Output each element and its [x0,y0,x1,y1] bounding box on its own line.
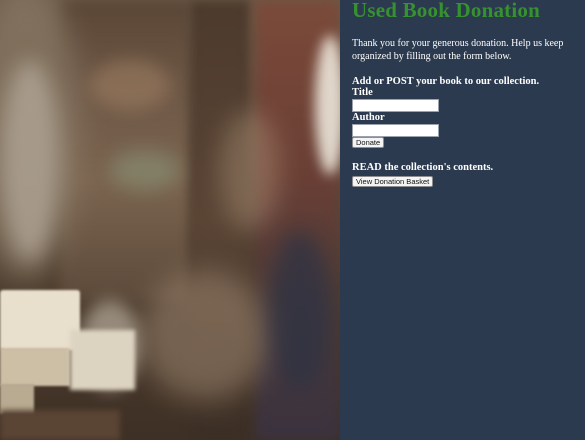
donate-button[interactable]: Donate [352,137,385,148]
title-field[interactable] [352,99,439,112]
author-field[interactable] [352,124,439,137]
add-book-heading: Add or POST your book to our collection. [352,76,540,87]
read-collection-heading: READ the collection's contents. [352,162,494,173]
title-label: Title [352,87,373,98]
page-title: Used Book Donation [352,0,540,22]
author-label: Author [352,112,385,123]
background-bookstore-photo [0,0,340,440]
intro-text: Thank you for your generous donation. He… [352,38,564,62]
view-donation-basket-button[interactable]: View Donation Basket [352,176,434,187]
donation-panel: Used Book Donation Thank you for your ge… [340,0,585,440]
